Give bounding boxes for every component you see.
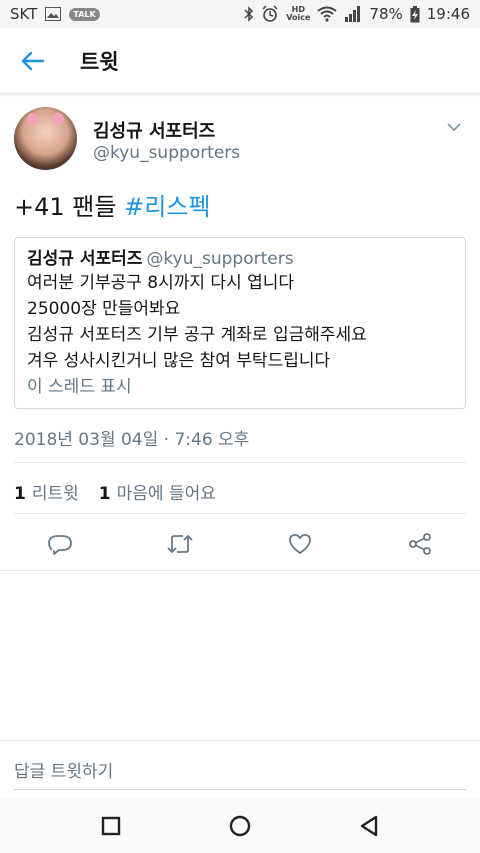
system-nav-bar [0,798,480,853]
tweet-stats: 1 리트윗 1 마음에 들어요 [14,479,216,504]
avatar-ear-left [27,113,39,125]
gallery-icon [45,7,62,21]
hd-voice-icon: HD Voice [286,5,311,22]
author-handle[interactable]: @kyu_supporters [93,143,240,163]
reply-button[interactable] [43,527,77,561]
battery-charging-icon [410,5,420,23]
bluetooth-icon [244,6,254,22]
share-button[interactable] [403,527,437,561]
quote-line: 25000장 만들어봐요 [27,299,181,319]
clock: 19:46 [426,5,470,23]
chevron-down-icon [447,123,461,131]
carrier-label: SKT [10,5,38,23]
tweet-author: 김성규 서포터즈 @kyu_supporters [14,107,466,171]
quote-header: 김성규 서포터즈 @kyu_supporters [27,248,453,270]
show-thread-link[interactable]: 이 스레드 표시 [27,374,453,400]
divider [0,570,480,571]
tweet-menu-button[interactable] [442,115,466,139]
page-title: 트윗 [80,49,119,74]
back-button[interactable] [0,28,66,94]
tweet-actions [0,527,480,561]
divider [14,462,466,463]
quoted-tweet[interactable]: 김성규 서포터즈 @kyu_supporters 여러분 기부공구 8시까지 다시… [14,237,466,409]
quote-line: 겨우 성사시킨거니 많은 참여 부탁드립니다 [27,351,331,371]
tweet-timestamp: 2018년 03월 04일 · 7:46 오후 [14,430,250,450]
quote-display-name: 김성규 서포터즈 [27,249,143,269]
quote-handle: @kyu_supporters [146,249,294,269]
share-icon [409,533,431,555]
divider [14,513,466,514]
reply-input[interactable]: 답글 트윗하기 [14,757,113,782]
triangle-back-icon [360,815,378,837]
retweets-stat[interactable]: 1 리트윗 [14,479,79,504]
home-button[interactable] [224,810,256,842]
tweet-text: +41 팬들 #리스펙 [14,187,210,222]
kakaotalk-icon: TALK [69,7,100,21]
hashtag-link[interactable]: #리스펙 [124,193,210,221]
retweet-icon [167,535,193,553]
square-icon [101,816,121,836]
retweet-button[interactable] [163,527,197,561]
like-button[interactable] [283,527,317,561]
app-header: 트윗 [0,28,480,94]
quote-line: 김성규 서포터즈 기부 공구 계좌로 입금해주세요 [27,325,367,345]
avatar[interactable] [14,107,77,170]
likes-stat[interactable]: 1 마음에 들어요 [99,479,216,504]
reply-icon [48,535,72,555]
tweet-text-body: +41 팬들 [14,193,125,221]
heart-icon [289,534,311,554]
quote-line: 여러분 기부공구 8시까지 다시 엽니다 [27,273,295,293]
back-arrow-icon [21,51,45,70]
reply-underline [14,789,466,790]
signal-icon [344,6,362,22]
recents-button[interactable] [95,810,127,842]
battery-percent: 78% [369,5,403,23]
wifi-icon [317,6,338,22]
status-bar: SKT TALK HD Voice 78% 19:46 [0,0,480,28]
circle-icon [229,815,251,837]
avatar-ear-right [52,113,64,125]
alarm-icon [261,5,279,23]
author-display-name[interactable]: 김성규 서포터즈 [93,117,215,143]
nav-back-button[interactable] [353,810,385,842]
